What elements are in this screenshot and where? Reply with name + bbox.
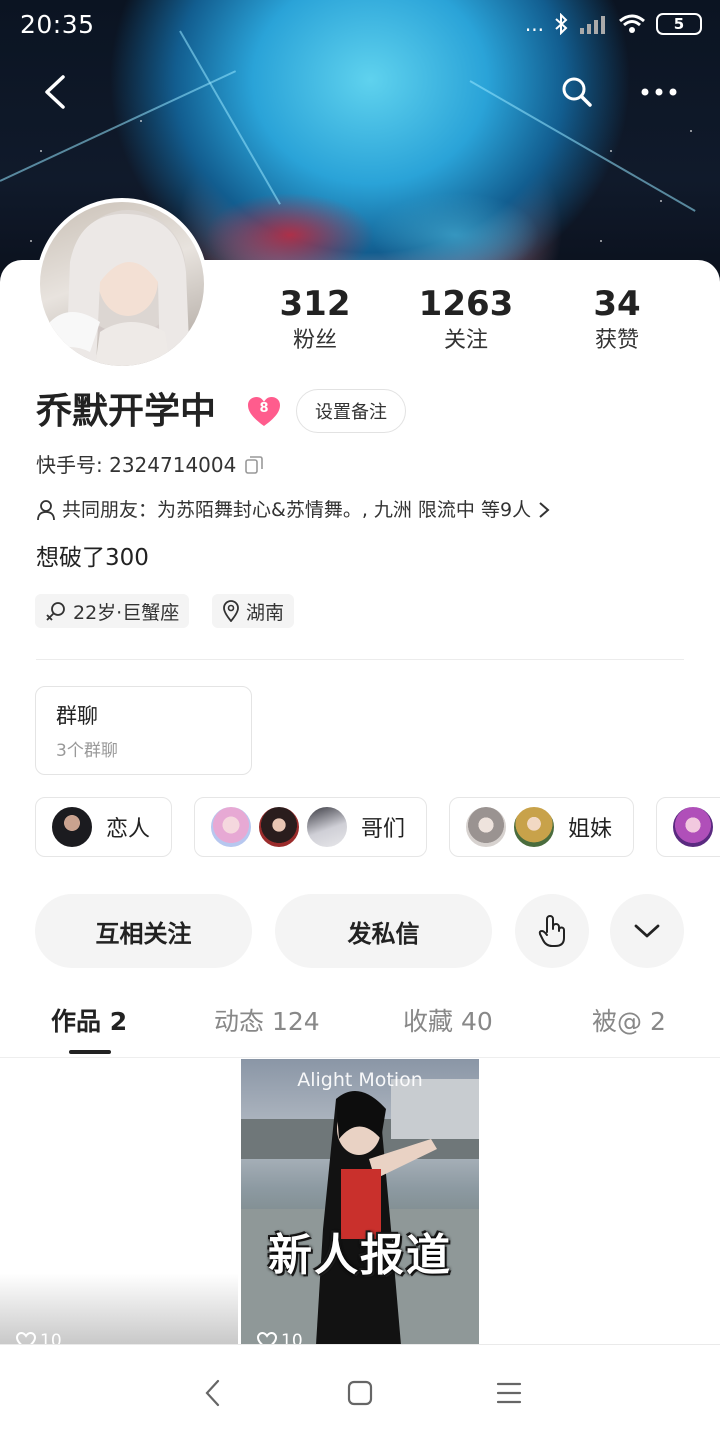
like-count-value: 10 [40, 1331, 62, 1345]
mutual-friends-row[interactable]: 共同朋友：为苏陌舞封心&苏情舞。, 九洲 限流中 等9人 [36, 496, 551, 524]
age-zodiac-tag: 22岁·巨蟹座 [35, 594, 190, 628]
tab-works[interactable]: 作品 2 [51, 1004, 127, 1040]
relation-chip-sisters[interactable]: 姐妹 [449, 797, 634, 857]
friend-avatar [671, 805, 715, 849]
home-icon [347, 1380, 373, 1406]
group-chat-count: 3个群聊 [56, 741, 118, 761]
bluetooth-icon [555, 13, 568, 35]
stat-likes[interactable]: 34 获赞 [557, 283, 677, 357]
stat-value: 1263 [418, 284, 514, 324]
search-icon [562, 77, 592, 107]
nav-home-button[interactable] [340, 1373, 380, 1413]
stat-label: 关注 [443, 328, 488, 353]
relation-chip-more[interactable] [656, 797, 720, 857]
back-button[interactable] [30, 66, 82, 118]
level-value: 8 [259, 401, 269, 416]
friend-avatar [305, 805, 349, 849]
stat-following[interactable]: 1263 关注 [406, 283, 526, 357]
bio: 想破了300 [36, 545, 149, 571]
friend-avatar [464, 805, 508, 849]
location-text: 湖南 [246, 601, 285, 624]
age-zodiac-text: 22岁·巨蟹座 [73, 601, 180, 624]
nav-menu-button[interactable] [489, 1373, 529, 1413]
mutual-follow-button[interactable]: 互相关注 [35, 894, 252, 968]
poke-button[interactable] [515, 894, 589, 968]
avatar[interactable] [36, 198, 208, 370]
video-watermark: Alight Motion [297, 1069, 423, 1091]
back-icon [205, 1379, 220, 1407]
level-badge: 8 [247, 396, 281, 428]
wifi-icon [619, 14, 645, 33]
relation-label: 恋人 [106, 817, 151, 842]
copy-icon[interactable] [244, 455, 264, 475]
person-icon [37, 500, 55, 521]
back-arrow-icon [45, 75, 65, 109]
set-remark-button[interactable]: 设置备注 [296, 389, 406, 433]
battery-indicator: 5 [656, 13, 702, 35]
active-tab-indicator [69, 1050, 111, 1054]
location-icon [223, 600, 239, 622]
stat-value: 34 [593, 284, 641, 324]
relation-label: 姐妹 [568, 817, 613, 842]
work-item[interactable]: Alight Motion 新人报道 10 [241, 1059, 479, 1345]
friend-avatar [50, 805, 94, 849]
system-navigation-bar [0, 1344, 720, 1440]
search-button[interactable] [551, 66, 603, 118]
friend-avatar [512, 805, 556, 849]
video-thumbnail [241, 1079, 479, 1345]
stat-value: 312 [279, 284, 351, 324]
notification-dots: ... [524, 12, 544, 36]
avatar-portrait [50, 210, 190, 366]
friend-avatar [209, 805, 253, 849]
expand-button[interactable] [610, 894, 684, 968]
relation-chip-brothers[interactable]: 哥们 [194, 797, 427, 857]
stat-label: 粉丝 [292, 328, 337, 353]
status-icons: ... 5 [525, 12, 702, 36]
chevron-right-icon [539, 502, 550, 518]
like-count: 10 [257, 1331, 303, 1345]
group-chat-card[interactable]: 群聊 3个群聊 [35, 686, 252, 775]
stat-followers[interactable]: 312 粉丝 [255, 283, 375, 357]
work-item[interactable]: 10 [0, 1059, 238, 1345]
nav-back-button[interactable] [193, 1373, 233, 1413]
like-count: 10 [16, 1331, 62, 1345]
tab-mentioned[interactable]: 被@ 2 [592, 1004, 666, 1040]
like-count-value: 10 [281, 1331, 303, 1345]
mutual-friends-text: 共同朋友：为苏陌舞封心&苏情舞。, 九洲 限流中 等9人 [62, 499, 532, 521]
status-bar: 20:35 ... 5 [0, 0, 720, 52]
location-tag: 湖南 [212, 594, 295, 628]
divider [36, 659, 684, 660]
tab-moments[interactable]: 动态 124 [214, 1004, 320, 1040]
more-icon [641, 88, 677, 96]
tab-favorites[interactable]: 收藏 40 [403, 1004, 493, 1040]
group-chat-title: 群聊 [56, 704, 98, 728]
stat-label: 获赞 [594, 328, 639, 353]
signal-icon [580, 16, 605, 34]
more-button[interactable] [633, 66, 685, 118]
status-time: 20:35 [20, 10, 95, 39]
chevron-down-icon [634, 924, 660, 938]
kuaishou-id-text: 快手号: 2324714004 [36, 453, 237, 477]
video-caption: 新人报道 [268, 1230, 452, 1281]
gender-icon [46, 602, 65, 621]
profile-name: 乔默开学中 [36, 391, 217, 432]
kuaishou-id[interactable]: 快手号: 2324714004 [36, 451, 264, 479]
relation-label: 哥们 [361, 817, 406, 842]
relation-chip-lover[interactable]: 恋人 [35, 797, 172, 857]
send-message-button[interactable]: 发私信 [275, 894, 492, 968]
menu-icon [496, 1382, 522, 1404]
friend-avatar [257, 805, 301, 849]
poke-hand-icon [538, 915, 565, 947]
